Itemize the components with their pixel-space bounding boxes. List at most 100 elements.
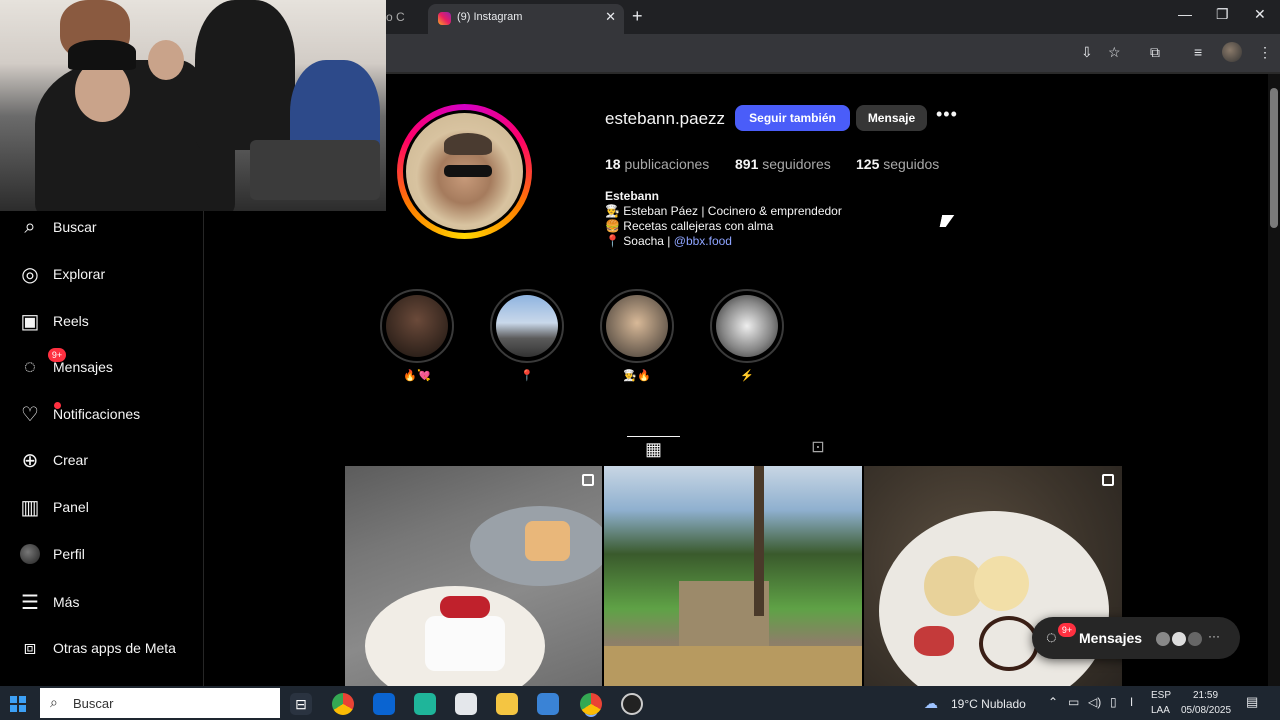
sidebar-item-explorar[interactable]: ◎ Explorar (18, 261, 105, 287)
sidebar-item-label: Otras apps de Meta (53, 640, 176, 656)
clock-date[interactable]: 05/08/2025 (1181, 705, 1231, 716)
search-icon: ⌕ (24, 215, 36, 238)
chevron-up-icon[interactable]: ⌃ (1048, 695, 1058, 709)
heart-icon: ♡ (21, 403, 39, 426)
bio-display-name: Estebann (605, 189, 660, 203)
chart-icon: ▥ (20, 496, 40, 519)
sidebar-item-panel[interactable]: ▥ Panel (18, 494, 89, 520)
tab-previous-label: o C (386, 10, 405, 24)
notification-dot (54, 402, 61, 409)
compass-icon: ◎ (21, 263, 39, 286)
strawberries (440, 596, 490, 618)
kebab-menu-icon[interactable]: ⋮ (1258, 44, 1272, 61)
microsoft-store-icon[interactable] (455, 693, 477, 715)
bio-line: 🍔 Recetas callejeras con alma (605, 219, 774, 233)
taskbar-search-box[interactable]: ⌕ Buscar (40, 688, 280, 718)
tagged-tab[interactable]: ⊡ (806, 436, 830, 460)
windows-start-icon[interactable] (10, 696, 26, 712)
recording-app-icon[interactable] (621, 693, 643, 715)
messages-label: Mensajes (1079, 630, 1143, 646)
sidebar-item-otras-apps[interactable]: ⧈ Otras apps de Meta (18, 635, 176, 661)
scrollbar-thumb[interactable] (1270, 88, 1278, 228)
clock-time[interactable]: 21:59 (1193, 690, 1218, 701)
avatar-cap (444, 133, 492, 155)
tagged-icon: ⊡ (811, 439, 825, 456)
network-icon[interactable]: ▭ (1068, 695, 1079, 709)
outlook-icon[interactable] (373, 693, 395, 715)
install-app-icon[interactable]: ⇩ (1081, 44, 1093, 61)
bio-line-location: 📍 Soacha | @bbx.food (605, 234, 732, 248)
profile-avatar[interactable] (403, 110, 526, 233)
minimize-icon[interactable]: — (1178, 6, 1192, 22)
cake (425, 616, 505, 671)
new-tab-button[interactable]: + (632, 6, 643, 27)
close-window-icon[interactable]: ✕ (1254, 6, 1266, 23)
sidebar-item-reels[interactable]: ▣ Reels (18, 308, 89, 334)
highlight-label: ⚡ (740, 370, 754, 382)
tab-title: (9) Instagram (457, 11, 523, 23)
menu-icon: ☰ (21, 591, 39, 614)
sidebar-item-notificaciones[interactable]: ♡ Notificaciones (18, 401, 140, 427)
browser-tab-instagram[interactable]: (9) Instagram ✕ (428, 4, 624, 34)
message-button[interactable]: Mensaje (856, 105, 927, 131)
notification-center-icon[interactable]: ▤ (1246, 694, 1258, 710)
language-bottom[interactable]: LAA (1151, 705, 1170, 716)
highlight-label: 📍 (520, 370, 534, 382)
language-top[interactable]: ESP (1151, 690, 1171, 701)
post-thumbnail[interactable] (604, 466, 862, 686)
sidebar-item-label: Reels (53, 313, 89, 329)
beanie-hat (68, 40, 136, 70)
volume-icon[interactable]: ◁) (1088, 695, 1101, 709)
bio-link[interactable]: @bbx.food (674, 234, 732, 248)
story-highlight[interactable] (380, 289, 454, 363)
file-explorer-icon[interactable] (496, 693, 518, 715)
messages-badge: 9+ (1058, 623, 1076, 637)
story-highlight[interactable] (490, 289, 564, 363)
carousel-icon (582, 474, 594, 486)
bio-line: 👨‍🍳 Esteban Páez | Cocinero & emprendedo… (605, 204, 842, 218)
browser-tab-previous[interactable]: o C ✕ (386, 4, 426, 50)
search-icon: ⌕ (50, 694, 58, 710)
messenger-icon: ◌ (24, 355, 36, 378)
sidebar-item-buscar[interactable]: ⌕ Buscar (18, 214, 96, 240)
sidebar-item-mensajes[interactable]: ◌ 9+ Mensajes (18, 348, 113, 380)
sidebar-item-label: Perfil (53, 546, 85, 562)
posts-grid-tab[interactable]: ▦ (627, 436, 680, 466)
grid-icon: ▦ (644, 439, 662, 459)
sidebar-item-label: Notificaciones (53, 406, 141, 422)
followers-stat[interactable]: 891 seguidores (735, 156, 831, 172)
sidebar-item-label: Más (53, 594, 80, 610)
weather-text[interactable]: 19°C Nublado (951, 697, 1026, 711)
browser-profile-avatar[interactable] (1222, 42, 1242, 62)
calendar-app-icon[interactable] (537, 693, 559, 715)
tree-trunk (754, 466, 764, 616)
more-options-icon[interactable]: ••• (936, 104, 958, 125)
chrome-icon[interactable] (332, 693, 354, 715)
close-icon[interactable]: ✕ (605, 9, 616, 25)
following-stat[interactable]: 125 seguidos (856, 156, 939, 172)
posts-count-stat: 18 publicaciones (605, 156, 710, 172)
extensions-icon[interactable]: ⧉ (1150, 44, 1160, 61)
microphone-icon[interactable]: ǀ (1130, 695, 1133, 709)
carousel-icon (1102, 474, 1114, 486)
highlight-label: 👨‍🍳🔥 (623, 370, 651, 382)
sidebar-item-crear[interactable]: ⊕ Crear (18, 447, 88, 473)
story-highlight[interactable] (600, 289, 674, 363)
profile-username: estebann.paezz (605, 109, 726, 128)
messages-badge: 9+ (48, 348, 66, 362)
story-highlight[interactable] (710, 289, 784, 363)
battery-icon[interactable]: ▯ (1110, 695, 1117, 709)
sidebar-item-mas[interactable]: ☰ Más (18, 589, 79, 615)
task-view-icon[interactable]: ⊟ (290, 693, 312, 715)
bookmark-star-icon[interactable]: ☆ (1108, 44, 1121, 61)
post-thumbnail[interactable] (345, 466, 602, 686)
media-queue-icon[interactable]: ≡ (1194, 44, 1202, 60)
messages-floating-button[interactable]: ◌ 9+ Mensajes ··· (1032, 617, 1240, 659)
pycharm-icon[interactable] (414, 693, 436, 715)
chrome-active-icon[interactable] (580, 693, 602, 715)
follow-back-button[interactable]: Seguir también (735, 105, 850, 131)
highlight-label: 🔥💘 (403, 370, 431, 382)
picnic-table (604, 646, 862, 686)
sidebar-item-perfil[interactable]: Perfil (18, 541, 85, 567)
maximize-icon[interactable]: ❐ (1216, 6, 1229, 23)
